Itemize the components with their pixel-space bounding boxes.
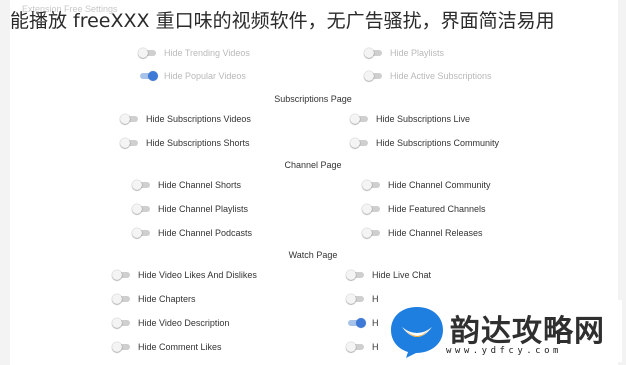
toggle-row-playlists[interactable]: Hide Playlists [364,48,444,58]
toggle-switch[interactable] [346,270,366,280]
toggle-label: Hide Playlists [390,48,445,58]
toggle-switch[interactable] [362,228,382,238]
toggle-row-subscriptions-community[interactable]: Hide Subscriptions Community [350,138,499,148]
toggle-row-chapters[interactable]: Hide Chapters [112,294,196,304]
toggle-label: Hide Live Chat [372,270,432,280]
toggle-switch[interactable] [350,138,370,148]
toggle-label: Hide Subscriptions Shorts [146,138,250,148]
toggle-switch[interactable] [120,138,140,148]
toggle-row-subscriptions-live[interactable]: Hide Subscriptions Live [350,114,470,124]
toggle-row-featured-channels[interactable]: Hide Featured Channels [362,204,486,214]
toggle-label: Hide Channel Community [388,180,491,190]
toggle-label: Hide Active Subscriptions [390,71,492,81]
toggle-label: Hide Comment Likes [138,342,222,352]
toggle-row-video-description[interactable]: Hide Video Description [112,318,229,328]
section-heading-channel: Channel Page [284,160,342,170]
toggle-label: Hide Featured Channels [388,204,486,214]
toggle-label: Hide Channel Playlists [158,204,249,214]
toggle-switch[interactable] [132,180,152,190]
toggle-switch[interactable] [120,114,140,124]
toggle-label: Hide Video Description [138,318,230,328]
toggle-row-partial-3[interactable]: H [346,342,379,352]
toggle-row-channel-releases[interactable]: Hide Channel Releases [362,228,483,238]
toggle-row-channel-podcasts[interactable]: Hide Channel Podcasts [132,228,252,238]
toggle-switch[interactable] [138,71,158,81]
toggle-label: Hide Subscriptions Community [376,138,500,148]
toggle-switch[interactable] [346,318,366,328]
toggle-row-comment-likes[interactable]: Hide Comment Likes [112,342,222,352]
toggle-label: Hide Subscriptions Live [376,114,471,124]
toggle-switch[interactable] [112,294,132,304]
toggle-switch[interactable] [364,48,384,58]
toggle-label: H [372,294,379,304]
toggle-switch[interactable] [112,318,132,328]
toggle-row-subscriptions-videos[interactable]: Hide Subscriptions Videos [120,114,251,124]
toggle-switch[interactable] [346,342,366,352]
toggle-row-subscriptions-shorts[interactable]: Hide Subscriptions Shorts [120,138,250,148]
toggle-switch[interactable] [350,114,370,124]
toggle-switch[interactable] [132,204,152,214]
toggle-row-channel-community[interactable]: Hide Channel Community [362,180,491,190]
toggle-label: Hide Popular Videos [164,71,246,81]
toggle-switch[interactable] [346,294,366,304]
toggle-row-partial-1[interactable]: H [346,294,379,304]
toggle-row-channel-shorts[interactable]: Hide Channel Shorts [132,180,241,190]
toggle-label: Hide Channel Releases [388,228,483,238]
toggle-label: Hide Trending Videos [164,48,250,58]
toggle-switch[interactable] [364,71,384,81]
toggle-switch[interactable] [362,180,382,190]
toggle-switch[interactable] [138,48,158,58]
toggle-label: Hide Video Likes And Dislikes [138,270,257,280]
toggle-row-partial-2[interactable]: H [346,318,379,328]
toggle-row-trending-videos[interactable]: Hide Trending Videos [138,48,250,58]
section-heading-watch: Watch Page [288,250,338,260]
toggle-row-channel-playlists[interactable]: Hide Channel Playlists [132,204,248,214]
toggle-row-active-subscriptions[interactable]: Hide Active Subscriptions [364,71,492,81]
overlay-title: 能播放 freeXXX 重口味的视频软件，无广告骚扰，界面简洁易用 [10,10,555,32]
watermark-name: 韵达攻略网 [450,314,605,349]
toggle-label: H [372,318,379,328]
toggle-label: Hide Subscriptions Videos [146,114,251,124]
toggle-row-popular-videos[interactable]: Hide Popular Videos [138,71,246,81]
toggle-label: H [372,342,379,352]
toggle-switch[interactable] [112,342,132,352]
toggle-switch[interactable] [132,228,152,238]
toggle-switch[interactable] [112,270,132,280]
watermark-url: www.ydfcy.com [446,346,562,356]
toggle-label: Hide Channel Podcasts [158,228,253,238]
toggle-row-live-chat[interactable]: Hide Live Chat [346,270,431,280]
section-heading-subscriptions: Subscriptions Page [274,94,352,104]
watermark-logo-icon [391,307,443,358]
toggle-switch[interactable] [362,204,382,214]
toggle-label: Hide Channel Shorts [158,180,242,190]
toggle-row-video-likes[interactable]: Hide Video Likes And Dislikes [112,270,257,280]
toggle-label: Hide Chapters [138,294,196,304]
watermark: 韵达攻略网 www.ydfcy.com [386,300,622,362]
